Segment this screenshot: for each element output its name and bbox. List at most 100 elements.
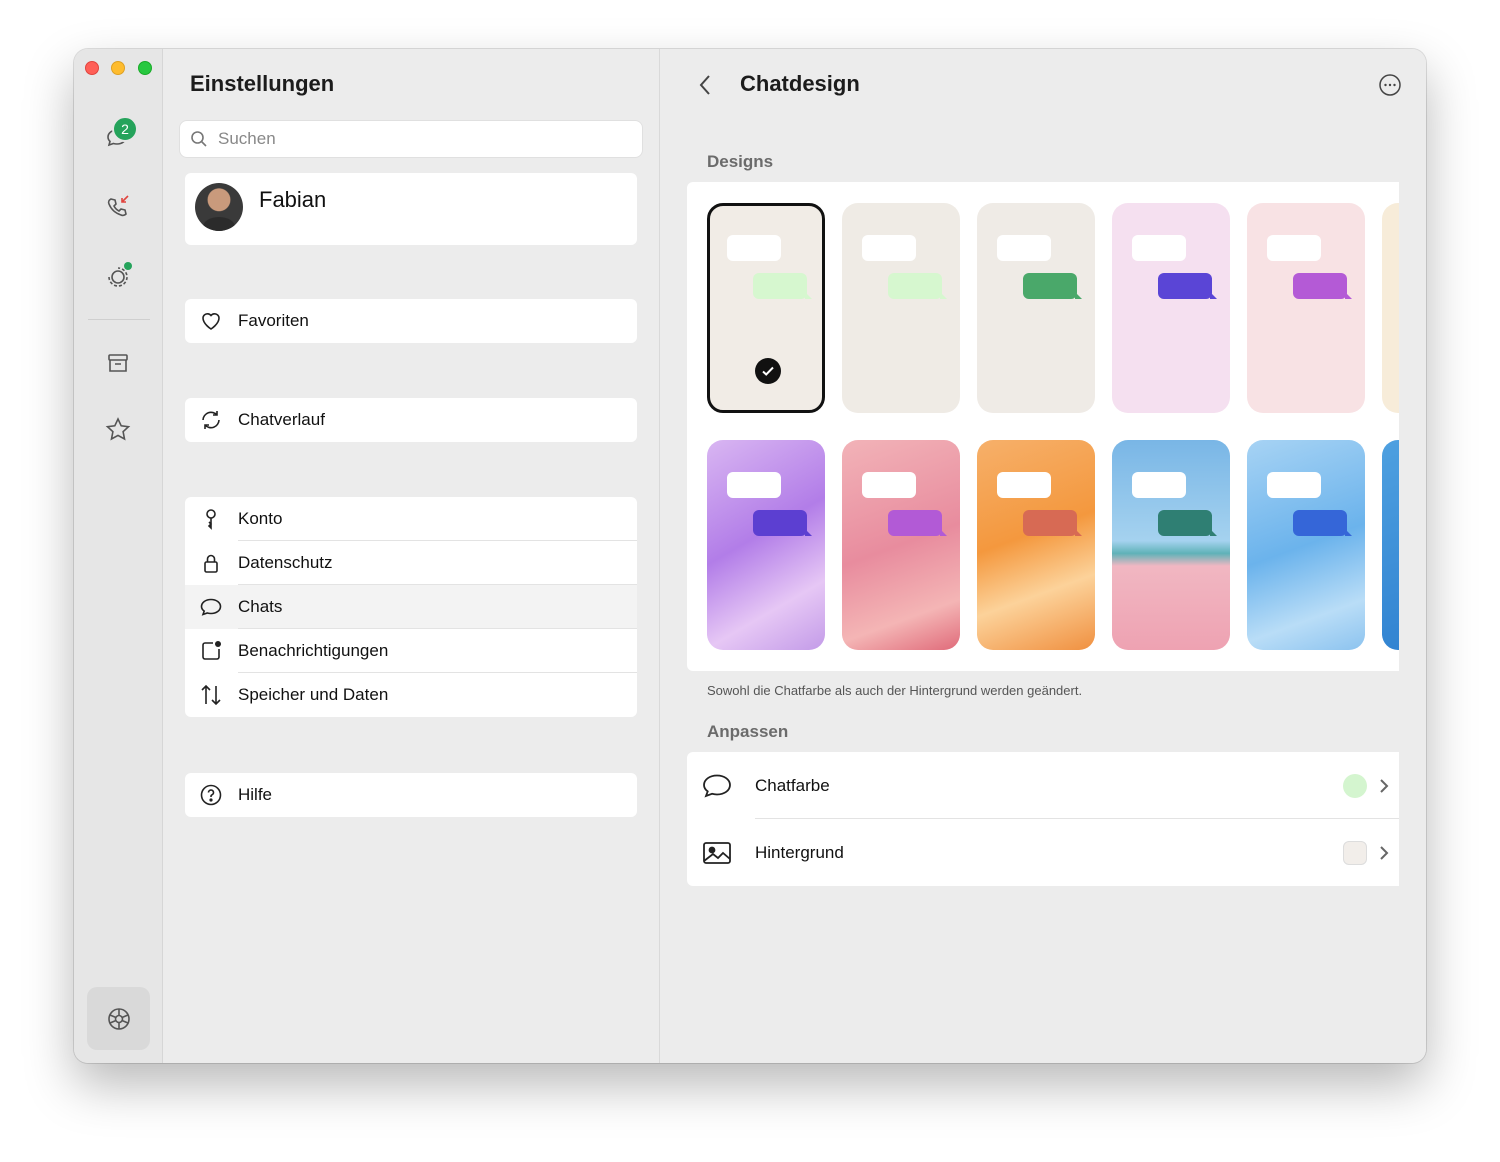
designs-caption: Sowohl die Chatfarbe als auch der Hinter… bbox=[707, 683, 1083, 698]
outgoing-bubble-preview bbox=[1023, 273, 1082, 299]
main-settings-group: Konto Datenschutz Chats Benachrichtigung… bbox=[185, 497, 637, 717]
settings-item-account[interactable]: Konto bbox=[185, 497, 637, 541]
design-option[interactable] bbox=[707, 440, 825, 650]
chat-bubble-icon bbox=[701, 770, 733, 802]
design-option[interactable] bbox=[1247, 203, 1365, 413]
background-label: Hintergrund bbox=[755, 842, 844, 862]
settings-item-notifications[interactable]: Benachrichtigungen bbox=[185, 629, 637, 673]
design-option[interactable] bbox=[1112, 203, 1230, 413]
lock-icon bbox=[199, 551, 223, 575]
settings-item-chat-history[interactable]: Chatverlauf bbox=[185, 398, 637, 442]
incoming-bubble-preview bbox=[1132, 472, 1186, 498]
starred-nav-button[interactable] bbox=[100, 412, 136, 448]
more-options-button[interactable] bbox=[1378, 73, 1402, 97]
outgoing-bubble-preview bbox=[1158, 510, 1217, 536]
notification-icon bbox=[199, 639, 223, 663]
chat-bubble-icon bbox=[199, 595, 223, 619]
settings-item-label: Konto bbox=[238, 509, 283, 528]
more-icon bbox=[1378, 73, 1402, 97]
calls-icon bbox=[104, 193, 132, 221]
design-option[interactable] bbox=[842, 203, 960, 413]
incoming-bubble-preview bbox=[727, 235, 781, 261]
search-box[interactable] bbox=[179, 120, 643, 158]
search-input[interactable] bbox=[216, 128, 640, 150]
outgoing-bubble-preview bbox=[1293, 510, 1352, 536]
zoom-window-button[interactable] bbox=[138, 61, 152, 75]
chat-color-label: Chatfarbe bbox=[755, 775, 830, 795]
chevron-right-icon bbox=[1379, 778, 1389, 794]
minimize-window-button[interactable] bbox=[111, 61, 125, 75]
chevron-right-icon bbox=[1379, 845, 1389, 861]
outgoing-bubble-preview bbox=[888, 510, 947, 536]
incoming-bubble-preview bbox=[862, 235, 916, 261]
settings-item-chats[interactable]: Chats bbox=[185, 585, 637, 629]
design-option[interactable] bbox=[842, 440, 960, 650]
sync-icon bbox=[199, 408, 223, 432]
settings-nav-button[interactable] bbox=[87, 987, 150, 1050]
unread-badge: 2 bbox=[112, 116, 138, 142]
design-option[interactable] bbox=[707, 203, 825, 413]
status-icon bbox=[104, 262, 132, 290]
design-option[interactable] bbox=[1382, 203, 1399, 413]
customize-card: Chatfarbe Hintergrund bbox=[687, 752, 1399, 886]
chat-history-group: Chatverlauf bbox=[185, 398, 637, 442]
settings-icon bbox=[105, 1005, 133, 1033]
settings-title: Einstellungen bbox=[190, 71, 335, 96]
chevron-left-icon bbox=[698, 74, 712, 96]
design-option[interactable] bbox=[1112, 440, 1230, 650]
profile-name: Fabian bbox=[259, 187, 327, 212]
outgoing-bubble-preview bbox=[888, 273, 947, 299]
archive-nav-button[interactable] bbox=[100, 345, 136, 381]
design-option[interactable] bbox=[1247, 440, 1365, 650]
help-icon bbox=[199, 783, 223, 807]
chat-color-row[interactable]: Chatfarbe bbox=[687, 752, 1399, 819]
favorites-group: Favoriten bbox=[185, 299, 637, 343]
settings-item-label: Datenschutz bbox=[238, 553, 333, 572]
up-down-arrows-icon bbox=[199, 683, 223, 707]
wallpaper-icon bbox=[701, 837, 733, 869]
settings-item-storage[interactable]: Speicher und Daten bbox=[185, 673, 637, 717]
outgoing-bubble-preview bbox=[753, 510, 812, 536]
settings-item-label: Favoriten bbox=[238, 311, 309, 330]
settings-item-privacy[interactable]: Datenschutz bbox=[185, 541, 637, 585]
status-nav-button[interactable] bbox=[100, 258, 136, 294]
avatar bbox=[195, 183, 243, 231]
rail-divider bbox=[88, 319, 150, 320]
design-option[interactable] bbox=[1382, 440, 1399, 650]
design-option[interactable] bbox=[977, 440, 1095, 650]
background-swatch bbox=[1343, 840, 1367, 865]
designs-grid bbox=[687, 182, 1399, 671]
outgoing-bubble-preview bbox=[1023, 510, 1082, 536]
profile-card[interactable]: Fabian bbox=[185, 173, 637, 245]
settings-item-label: Chats bbox=[238, 597, 283, 616]
page-title: Chatdesign bbox=[740, 71, 860, 96]
settings-panel: Einstellungen Fabian Favoriten Chatverla… bbox=[163, 49, 660, 1063]
key-icon bbox=[199, 507, 223, 531]
incoming-bubble-preview bbox=[997, 235, 1051, 261]
customize-section-label: Anpassen bbox=[707, 722, 789, 741]
settings-item-favorites[interactable]: Favoriten bbox=[185, 299, 637, 343]
settings-item-help[interactable]: Hilfe bbox=[185, 773, 637, 817]
background-row[interactable]: Hintergrund bbox=[687, 819, 1399, 886]
chat-color-swatch bbox=[1343, 773, 1367, 798]
incoming-bubble-preview bbox=[1132, 235, 1186, 261]
archive-icon bbox=[104, 349, 132, 377]
chats-icon: 2 bbox=[104, 116, 138, 152]
calls-nav-button[interactable] bbox=[100, 189, 136, 225]
incoming-bubble-preview bbox=[1267, 235, 1321, 261]
design-option[interactable] bbox=[977, 203, 1095, 413]
settings-item-label: Chatverlauf bbox=[238, 410, 325, 429]
incoming-bubble-preview bbox=[997, 472, 1051, 498]
heart-icon bbox=[199, 309, 223, 333]
outgoing-bubble-preview bbox=[1158, 273, 1217, 299]
back-button[interactable] bbox=[698, 71, 720, 99]
incoming-bubble-preview bbox=[1267, 472, 1321, 498]
designs-section-label: Designs bbox=[707, 152, 774, 171]
status-update-dot bbox=[124, 262, 132, 270]
close-window-button[interactable] bbox=[85, 61, 99, 75]
settings-item-label: Hilfe bbox=[238, 785, 273, 804]
navigation-rail: 2 bbox=[74, 49, 163, 1063]
search-icon bbox=[190, 130, 208, 148]
chat-design-panel: Chatdesign Designs Sowohl die Chatfarbe … bbox=[660, 49, 1426, 1063]
chats-nav-button[interactable]: 2 bbox=[100, 116, 138, 156]
